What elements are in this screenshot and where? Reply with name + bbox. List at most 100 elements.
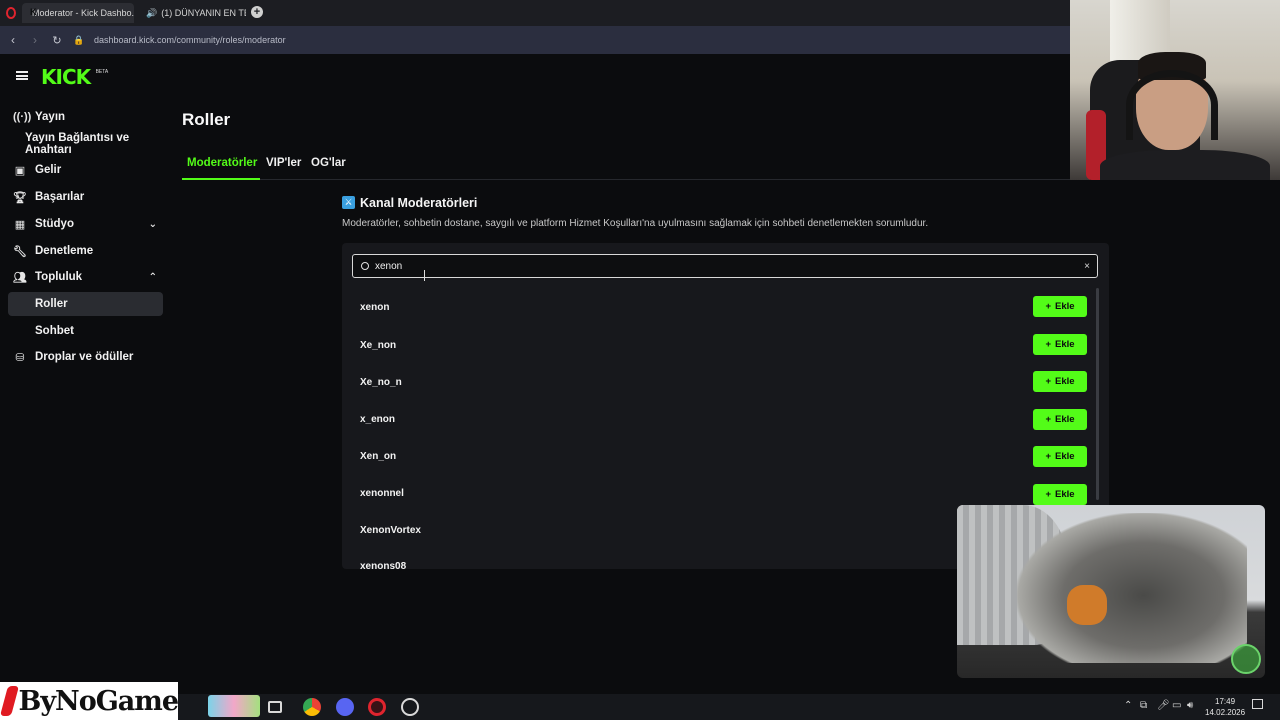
username: Xe_non [360,340,397,351]
sidebar-item-label: Roller [35,298,68,310]
tray-volume-icon[interactable]: 🔊︎ [1187,700,1193,711]
add-moderator-button[interactable]: + Ekle [1033,334,1087,355]
task-view-icon[interactable] [268,701,282,713]
sidebar-item-gelir[interactable]: ▣ Gelir [8,158,163,182]
username: xenon [360,302,390,313]
clock-date: 14.02.2026 [1205,708,1246,717]
sidebar-item-yayin-baglantisi[interactable]: Yayın Bağlantısı ve Anahtarı [8,132,163,156]
search-input[interactable]: xenon × [352,254,1098,278]
add-label: Ekle [1055,339,1075,350]
speaker-icon: 🔊 [146,7,158,18]
tray-monitor-icon[interactable]: ⧉ [1140,700,1147,711]
username: xenons08 [360,561,407,569]
tab-oglar[interactable]: OG'lar [311,157,346,169]
loop-icon[interactable] [1231,644,1261,674]
sidebar-item-label: Gelir [35,164,62,176]
sidebar-item-label: Topluluk [35,271,83,283]
add-label: Ekle [1055,414,1075,425]
browser-tab-kick[interactable]: Moderator - Kick Dashbo... [22,3,134,23]
studio-icon: ▦ [14,218,26,231]
headset-shape [1126,70,1218,140]
taskbar-clock[interactable]: 17:49 14.02.2026 [1205,696,1245,718]
sidebar-item-basarilar[interactable]: 🏆︎ Başarılar [8,185,163,209]
speedometer-icon[interactable] [401,698,419,716]
hamburger-menu-icon[interactable] [16,71,28,80]
browser-tab-youtube[interactable]: 🔊 (1) DÜNYANIN EN TE... [136,3,246,23]
new-tab-icon[interactable]: + [251,6,263,18]
clear-search-icon[interactable]: × [1084,261,1090,272]
community-icon: 👥︎ [13,271,27,284]
add-label: Ekle [1055,489,1075,500]
discord-icon[interactable] [336,698,354,716]
person-shape [1067,585,1107,625]
money-icon: ▣ [14,164,26,177]
add-moderator-button[interactable]: + Ekle [1033,446,1087,467]
list-item: Xen_on + Ekle [342,444,1109,481]
chrome-icon[interactable] [303,698,321,716]
opera-icon[interactable] [6,7,16,19]
reload-icon[interactable]: ↻ [46,34,68,47]
chevron-up-icon[interactable]: ⌃ [149,272,157,283]
sidebar-item-sohbet[interactable]: Sohbet [8,319,163,343]
sidebar-item-denetleme[interactable]: 🔧︎ Denetleme [8,239,163,263]
plus-icon: + [1045,339,1051,350]
tray-network-icon[interactable]: ▭ [1172,700,1181,711]
sidebar-item-label: Stüdyo [35,218,74,230]
opera-taskbar-icon[interactable] [368,698,386,716]
tab-moderatorler[interactable]: Moderatörler [187,157,257,169]
add-moderator-button[interactable]: + Ekle [1033,296,1087,317]
add-label: Ekle [1055,376,1075,387]
lock-icon: 🔒 [73,34,85,45]
add-label: Ekle [1055,301,1075,312]
url-field[interactable]: dashboard.kick.com/community/roles/moder… [94,35,286,45]
tabs-divider [182,179,1070,180]
tab-label: (1) DÜNYANIN EN TE... [161,8,246,18]
trophy-icon: 🏆︎ [13,191,27,204]
notification-icon[interactable] [1252,699,1263,709]
add-moderator-button[interactable]: + Ekle [1033,484,1087,505]
shirt-shape [1100,150,1270,180]
results-scrollbar[interactable] [1096,288,1099,500]
clock-time: 17:49 [1215,697,1236,706]
sidebar-item-roller[interactable]: Roller [8,292,163,316]
sidebar-item-studyo[interactable]: ▦ Stüdyo ⌄ [8,212,163,236]
plus-icon: + [1045,451,1051,462]
back-icon[interactable]: ‹ [2,33,24,47]
list-item: Xe_non + Ekle [342,332,1109,369]
sidebar-item-label: Droplar ve ödüller [35,351,134,363]
chevron-down-icon[interactable]: ⌄ [149,219,157,230]
sidebar-item-yayin[interactable]: ((·)) Yayın [8,105,163,129]
video-overlay[interactable] [957,505,1265,678]
sidebar-item-label: Denetleme [35,245,94,257]
sidebar-item-label: Yayın [35,111,66,123]
username: XenonVortex [360,525,421,536]
kick-logo-text: KICK [41,65,91,89]
hearts-app-icon[interactable] [208,695,260,717]
browser-tab-bar: Moderator - Kick Dashbo... 🔊 (1) DÜNYANI… [0,0,1070,26]
plus-icon: + [1045,376,1051,387]
active-tab-indicator [182,178,260,180]
add-moderator-button[interactable]: + Ekle [1033,409,1087,430]
kick-logo[interactable]: KICK BETA [41,65,108,89]
section-description: Moderatörler, sohbetin dostane, saygılı … [342,218,929,229]
username: x_enon [360,414,396,425]
tab-label: Moderator - Kick Dashbo... [32,8,134,18]
username: xenonnel [360,488,404,499]
tray-mic-icon[interactable]: 🎤︎ [1157,700,1170,711]
add-moderator-button[interactable]: + Ekle [1033,371,1087,392]
sidebar-item-droplar[interactable]: ⛁ Droplar ve ödüller [8,345,163,369]
pipe-shape [1017,513,1247,663]
drops-icon: ⛁ [15,351,25,364]
list-item: x_enon + Ekle [342,407,1109,444]
section-title: Kanal Moderatörleri [360,196,478,210]
sidebar: KICK BETA ((·)) Yayın Yayın Bağlantısı v… [0,54,172,694]
sidebar-item-topluluk[interactable]: 👥︎ Topluluk ⌃ [8,265,163,289]
tray-chevron-up-icon[interactable]: ⌃ [1124,700,1132,711]
wrench-icon: 🔧︎ [13,245,27,258]
webcam-overlay [1070,0,1280,180]
moderator-sword-icon: ⚔ [342,196,355,209]
forward-icon[interactable]: › [24,33,46,47]
text-cursor-icon [424,270,425,281]
taskbar [0,694,1280,720]
tab-vipler[interactable]: VIP'ler [266,157,301,169]
